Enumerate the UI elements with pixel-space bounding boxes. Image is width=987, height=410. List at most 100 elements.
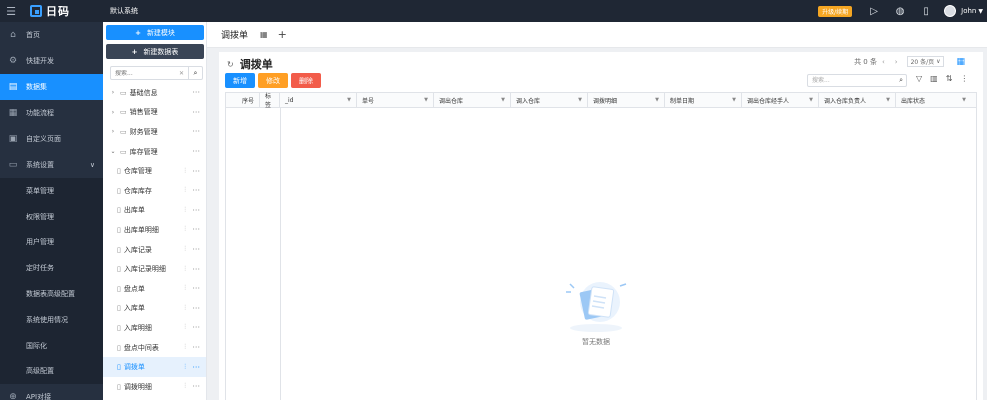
sidebar-item-settings[interactable]: ▭ 系统设置 ∨ [0,152,103,178]
more-icon[interactable]: ··· [192,265,200,274]
more-icon[interactable]: ··· [192,127,200,136]
user-name[interactable]: John [961,7,976,15]
tab-transfer[interactable]: 调拨单 [221,28,248,41]
sidebar-subitem-i18n[interactable]: 国际化 [0,332,103,359]
search-icon[interactable]: ⌕ [899,75,903,86]
more-icon[interactable]: ··· [192,304,200,313]
column-header-out-status[interactable]: 出库状态 ▼ [896,93,971,107]
new-table-button[interactable]: + 新建数据表 [106,44,204,59]
tree-item-inbound-record[interactable]: ▯ 入库记录 ⫶ ··· [103,240,206,260]
chevron-down-icon[interactable]: ⌄ [108,148,118,155]
more-icon[interactable]: ··· [192,382,200,391]
chevron-right-icon[interactable]: › [108,109,118,116]
sidebar-item-custom-page[interactable]: ▣ 自定义页面 [0,126,103,152]
refresh-icon[interactable]: ↻ [227,60,234,69]
sidebar-item-flow[interactable]: ▦ 功能流程 [0,100,103,126]
more-icon[interactable]: ··· [192,186,200,195]
more-icon[interactable]: ··· [192,225,200,234]
table-search-input[interactable]: 搜索... ⌕ [807,74,907,87]
sidebar-item-quick-dev[interactable]: ⚙ 快捷开发 [0,48,103,74]
add-tab-icon[interactable]: + [278,28,287,41]
tree-item-transfer[interactable]: ▯ 调拨单 ⫶ ··· [103,357,206,377]
tune-icon[interactable]: ⫶ [184,265,186,274]
column-header-out-warehouse[interactable]: 调出仓库 ▼ [434,93,511,107]
caret-down-icon[interactable]: ▼ [655,97,659,103]
filter-icon[interactable]: ▽ [916,74,922,83]
tree-folder-sales[interactable]: › ▭ 销售管理 ··· [103,103,206,123]
help-doc-icon[interactable]: ▯ [918,3,934,19]
more-icon[interactable]: ··· [192,88,200,97]
next-page-icon[interactable]: › [895,58,898,66]
caret-down-icon[interactable]: ▼ [886,97,890,103]
tree-item-outbound-detail[interactable]: ▯ 出库单明细 ⫶ ··· [103,220,206,240]
tune-icon[interactable]: ⫶ [184,343,186,352]
sidebar-item-api[interactable]: ⊕ API对接 [0,384,103,410]
tune-icon[interactable]: ⫶ [184,186,186,195]
upgrade-badge[interactable]: 升级/续期 [818,5,853,17]
tree-folder-inventory[interactable]: ⌄ ▭ 库存管理 ··· [103,142,206,162]
column-header-number[interactable]: 单号 ▼ [357,93,434,107]
more-icon[interactable]: ··· [192,245,200,254]
play-icon[interactable]: ▷ [866,3,882,19]
caret-down-icon[interactable]: ▼ [424,97,428,103]
caret-down-icon[interactable]: ▼ [501,97,505,103]
sidebar-subitem-permission[interactable]: 权限管理 [0,203,103,230]
caret-down-icon[interactable]: ▼ [809,97,813,103]
new-button[interactable]: 新增 [225,73,255,88]
more-icon[interactable]: ··· [192,363,200,372]
more-icon[interactable]: ··· [192,343,200,352]
sidebar-item-dataset[interactable]: ▤ 数据集 [0,74,103,100]
edit-button[interactable]: 修改 [258,73,288,88]
tune-icon[interactable]: ⫶ [184,382,186,391]
avatar[interactable] [944,5,957,17]
more-icon[interactable]: ··· [192,284,200,293]
column-header-date[interactable]: 制单日期 ▼ [665,93,742,107]
chevron-down-icon[interactable]: ▼ [978,8,983,15]
detective-icon[interactable]: ◍ [892,3,908,19]
more-icon[interactable]: ··· [192,323,200,332]
system-name[interactable]: 默认系统 [110,0,138,22]
tune-icon[interactable]: ⫶ [184,206,186,215]
chevron-right-icon[interactable]: › [108,128,118,135]
more-icon[interactable]: ··· [192,167,200,176]
sidebar-item-home[interactable]: ⌂ 首页 [0,22,103,48]
column-header-out-handler[interactable]: 调出仓库经手人 ▼ [742,93,819,107]
sort-icon[interactable]: ⇅ [946,74,953,83]
column-header-in-manager[interactable]: 调入仓库负责人 ▼ [819,93,896,107]
menu-toggle-icon[interactable]: ☰ [0,0,22,22]
tune-icon[interactable]: ⫶ [184,363,186,372]
chart-icon[interactable]: ▥ [930,74,938,83]
delete-button[interactable]: 删除 [291,73,321,88]
sidebar-subitem-advanced[interactable]: 高级配置 [0,358,103,385]
tune-icon[interactable]: ⫶ [184,245,186,254]
page-size-select[interactable]: 20 条/页 ∨ [906,56,945,67]
more-icon[interactable]: ··· [192,206,200,215]
column-header-id[interactable]: _id ▼ [280,93,357,107]
more-icon[interactable]: ··· [192,147,200,156]
column-header-transfer-detail[interactable]: 调拨明细 ▼ [588,93,665,107]
tree-item-transfer-detail[interactable]: ▯ 调拨明细 ⫶ ··· [103,377,206,397]
tree-item-inbound[interactable]: ▯ 入库单 ⫶ ··· [103,299,206,319]
tune-icon[interactable]: ⫶ [184,323,186,332]
tree-folder-basic[interactable]: › ▭ 基础信息 ··· [103,83,206,103]
sidebar-subitem-table-config[interactable]: 数据表高级配置 [0,281,103,307]
sidebar-subitem-cron[interactable]: 定时任务 [0,255,103,282]
sidebar-subitem-users[interactable]: 用户管理 [0,229,103,256]
tree-item-warehouse[interactable]: ▯ 仓库管理 ⫶ ··· [103,161,206,181]
tune-icon[interactable]: ⫶ [184,284,186,293]
tree-folder-finance[interactable]: › ▭ 财务管理 ··· [103,122,206,142]
new-module-button[interactable]: + 新建模块 [106,25,204,40]
tree-search-input[interactable] [111,69,171,77]
more-vertical-icon[interactable]: ⋮ [960,74,968,83]
more-icon[interactable]: ··· [192,108,200,117]
caret-down-icon[interactable]: ▼ [732,97,736,103]
tune-icon[interactable]: ⫶ [184,304,186,313]
caret-down-icon[interactable]: ▼ [347,97,351,103]
column-header-in-warehouse[interactable]: 调入仓库 ▼ [511,93,588,107]
prev-page-icon[interactable]: ‹ [882,58,885,66]
tree-item-stock[interactable]: ▯ 仓库库存 ⫶ ··· [103,181,206,201]
clear-icon[interactable]: ✕ [179,70,184,77]
caret-down-icon[interactable]: ▼ [962,97,966,103]
tree-item-inbound-detail[interactable]: ▯ 入库明细 ⫶ ··· [103,318,206,338]
tune-icon[interactable]: ⫶ [184,225,186,234]
